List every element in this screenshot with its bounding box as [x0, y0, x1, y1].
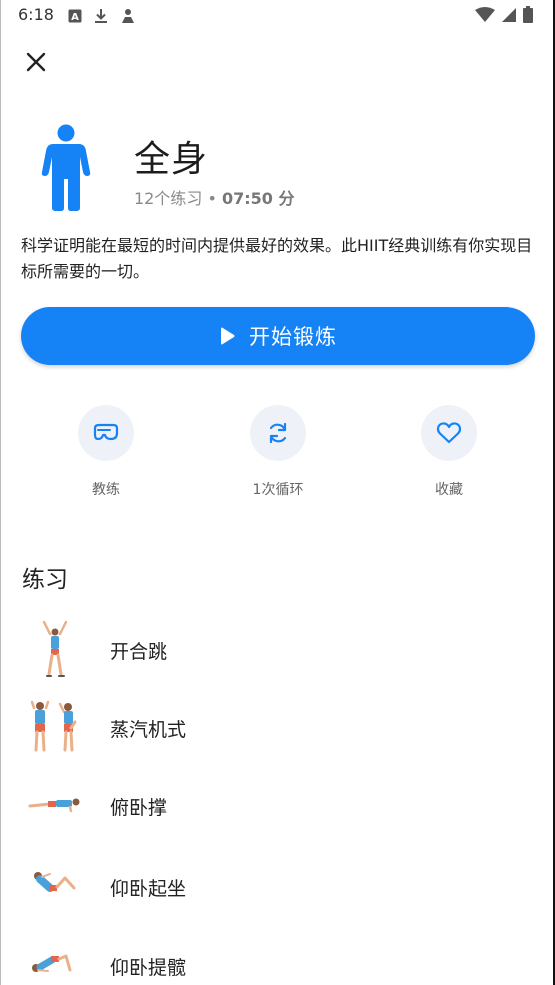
- coach-label: 教练: [92, 482, 120, 498]
- full-body-figure-icon: [41, 124, 91, 211]
- exercise-name: 仰卧起坐: [110, 878, 187, 900]
- exercises-section-title: 练习: [22, 567, 68, 593]
- status-right-icons: [475, 6, 533, 23]
- start-workout-button[interactable]: 开始锻炼: [21, 307, 535, 365]
- signal-icon: [502, 7, 516, 22]
- font-a-icon: A: [68, 9, 82, 23]
- exercise-row-push-up[interactable]: 俯卧撑: [0, 776, 555, 848]
- favorite-label: 收藏: [435, 482, 463, 498]
- coach-icon-circle: [78, 405, 134, 461]
- workout-description: 科学证明能在最短的时间内提供最好的效果。此HIIT经典训练有你实现目标所需要的一…: [21, 236, 533, 281]
- battery-icon: [523, 6, 533, 23]
- status-bar: 6:18 A: [0, 0, 555, 32]
- start-workout-label: 开始锻炼: [249, 325, 337, 349]
- close-icon: [26, 52, 46, 72]
- exercise-name: 蒸汽机式: [110, 719, 187, 741]
- repeat-button[interactable]: 1次循环: [218, 405, 338, 499]
- status-time: 6:18: [18, 5, 54, 24]
- steam-engine-icon: [30, 700, 77, 752]
- favorite-icon-circle: [421, 405, 477, 461]
- exercise-row-glute-bridge[interactable]: 仰卧提髋: [0, 936, 555, 985]
- workout-duration: 07:50 分: [221, 189, 295, 208]
- person-icon: [122, 9, 134, 23]
- jumping-jacks-icon: [42, 620, 68, 677]
- glute-bridge-icon: [32, 954, 72, 972]
- repeat-label: 1次循环: [252, 482, 304, 498]
- workout-title: 全身: [134, 139, 209, 180]
- favorite-button[interactable]: 收藏: [389, 405, 509, 499]
- exercise-row-steam-engine[interactable]: 蒸汽机式: [0, 698, 555, 770]
- sit-up-icon: [34, 872, 76, 892]
- coach-button[interactable]: 教练: [46, 405, 166, 499]
- svg-text:A: A: [71, 12, 79, 23]
- repeat-icon: [269, 422, 287, 444]
- status-left-icons: A: [68, 8, 136, 24]
- exercise-name: 开合跳: [110, 641, 168, 663]
- exercise-row-jumping-jacks[interactable]: 开合跳: [0, 620, 555, 692]
- download-icon: [95, 9, 107, 23]
- exercise-count: 12个练习 •: [134, 189, 222, 208]
- play-icon: [221, 327, 235, 345]
- exercise-row-sit-up[interactable]: 仰卧起坐: [0, 856, 555, 928]
- repeat-icon-circle: [250, 405, 306, 461]
- close-button[interactable]: [16, 42, 56, 82]
- wifi-icon: [475, 6, 495, 22]
- heart-icon: [436, 422, 462, 444]
- push-up-icon: [28, 798, 80, 813]
- workout-meta: 12个练习 • 07:50 分: [134, 185, 295, 209]
- exercise-name: 俯卧撑: [110, 797, 168, 819]
- exercise-name: 仰卧提髋: [110, 957, 187, 979]
- coach-icon: [93, 423, 119, 441]
